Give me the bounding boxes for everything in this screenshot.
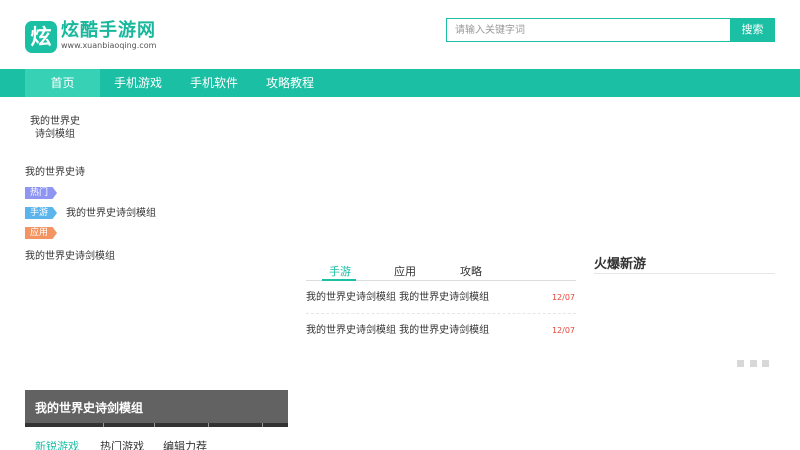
breadcrumb-line-2[interactable]: 诗剑模组 [35,128,75,141]
list-item-name: 我的世界史诗剑模组 我的世界史诗剑模组 [306,325,490,336]
list-item[interactable]: 我的世界史诗剑模组 我的世界史诗剑模组 12/07 [306,324,576,340]
logo-icon: 炫 [25,21,57,53]
tab-bar: 手游 应用 攻略 [306,259,576,281]
list-item-name: 我的世界史诗剑模组 我的世界史诗剑模组 [306,292,490,303]
active-tab-indicator [322,279,356,281]
site-name: 炫酷手游网 [61,20,156,41]
site-logo[interactable]: 炫 炫酷手游网 www.xuanbiaoqing.com [25,20,165,54]
tab-new-games[interactable]: 新锐游戏 [35,440,79,450]
tab-popular-games[interactable]: 热门游戏 [100,440,144,450]
banner-strip-divider [103,423,104,427]
nav-item-guides[interactable]: 攻略教程 [252,69,328,97]
nav-item-mobile-software[interactable]: 手机软件 [176,69,252,97]
game-title: 我的世界史诗 [25,167,85,178]
carousel-dot-2[interactable] [750,360,757,367]
list-item[interactable]: 我的世界史诗剑模组 我的世界史诗剑模组 12/07 [306,291,576,307]
tag-game-text[interactable]: 我的世界史诗剑模组 [66,207,156,220]
carousel-dot-3[interactable] [762,360,769,367]
banner-strip-divider [154,423,155,427]
banner-title: 我的世界史诗剑模组 [35,401,144,415]
nav-item-home[interactable]: 首页 [25,69,100,97]
tab-mobile-games[interactable]: 手游 [329,263,351,279]
feature-banner[interactable]: 我的世界史诗剑模组 [25,390,288,427]
main-nav: 首页 手机游戏 手机软件 攻略教程 [0,69,800,97]
tab-apps[interactable]: 应用 [394,263,416,279]
tab-editor-picks[interactable]: 编辑力荐 [163,440,207,450]
search-input[interactable] [446,18,730,42]
banner-strip-divider [262,423,263,427]
game-name-line[interactable]: 我的世界史诗剑模组 [25,250,115,263]
tag-app: 应用 [25,227,57,239]
tab-guides[interactable]: 攻略 [460,263,482,279]
breadcrumb-line-1[interactable]: 我的世界史 [30,115,80,128]
carousel-dot-1[interactable] [737,360,744,367]
nav-item-mobile-games[interactable]: 手机游戏 [100,69,176,97]
list-item-date: 12/07 [551,326,575,335]
hot-games-title: 火爆新游 [594,257,647,272]
section-divider [594,273,775,274]
banner-strip [25,423,288,427]
list-item-date: 12/07 [551,293,575,302]
site-url: www.xuanbiaoqing.com [61,41,157,50]
search-button[interactable]: 搜索 [730,18,775,42]
banner-strip-divider [208,423,209,427]
tag-hot: 热门 [25,187,57,199]
list-divider [306,313,576,314]
tag-mobile-game: 手游 [25,207,57,219]
